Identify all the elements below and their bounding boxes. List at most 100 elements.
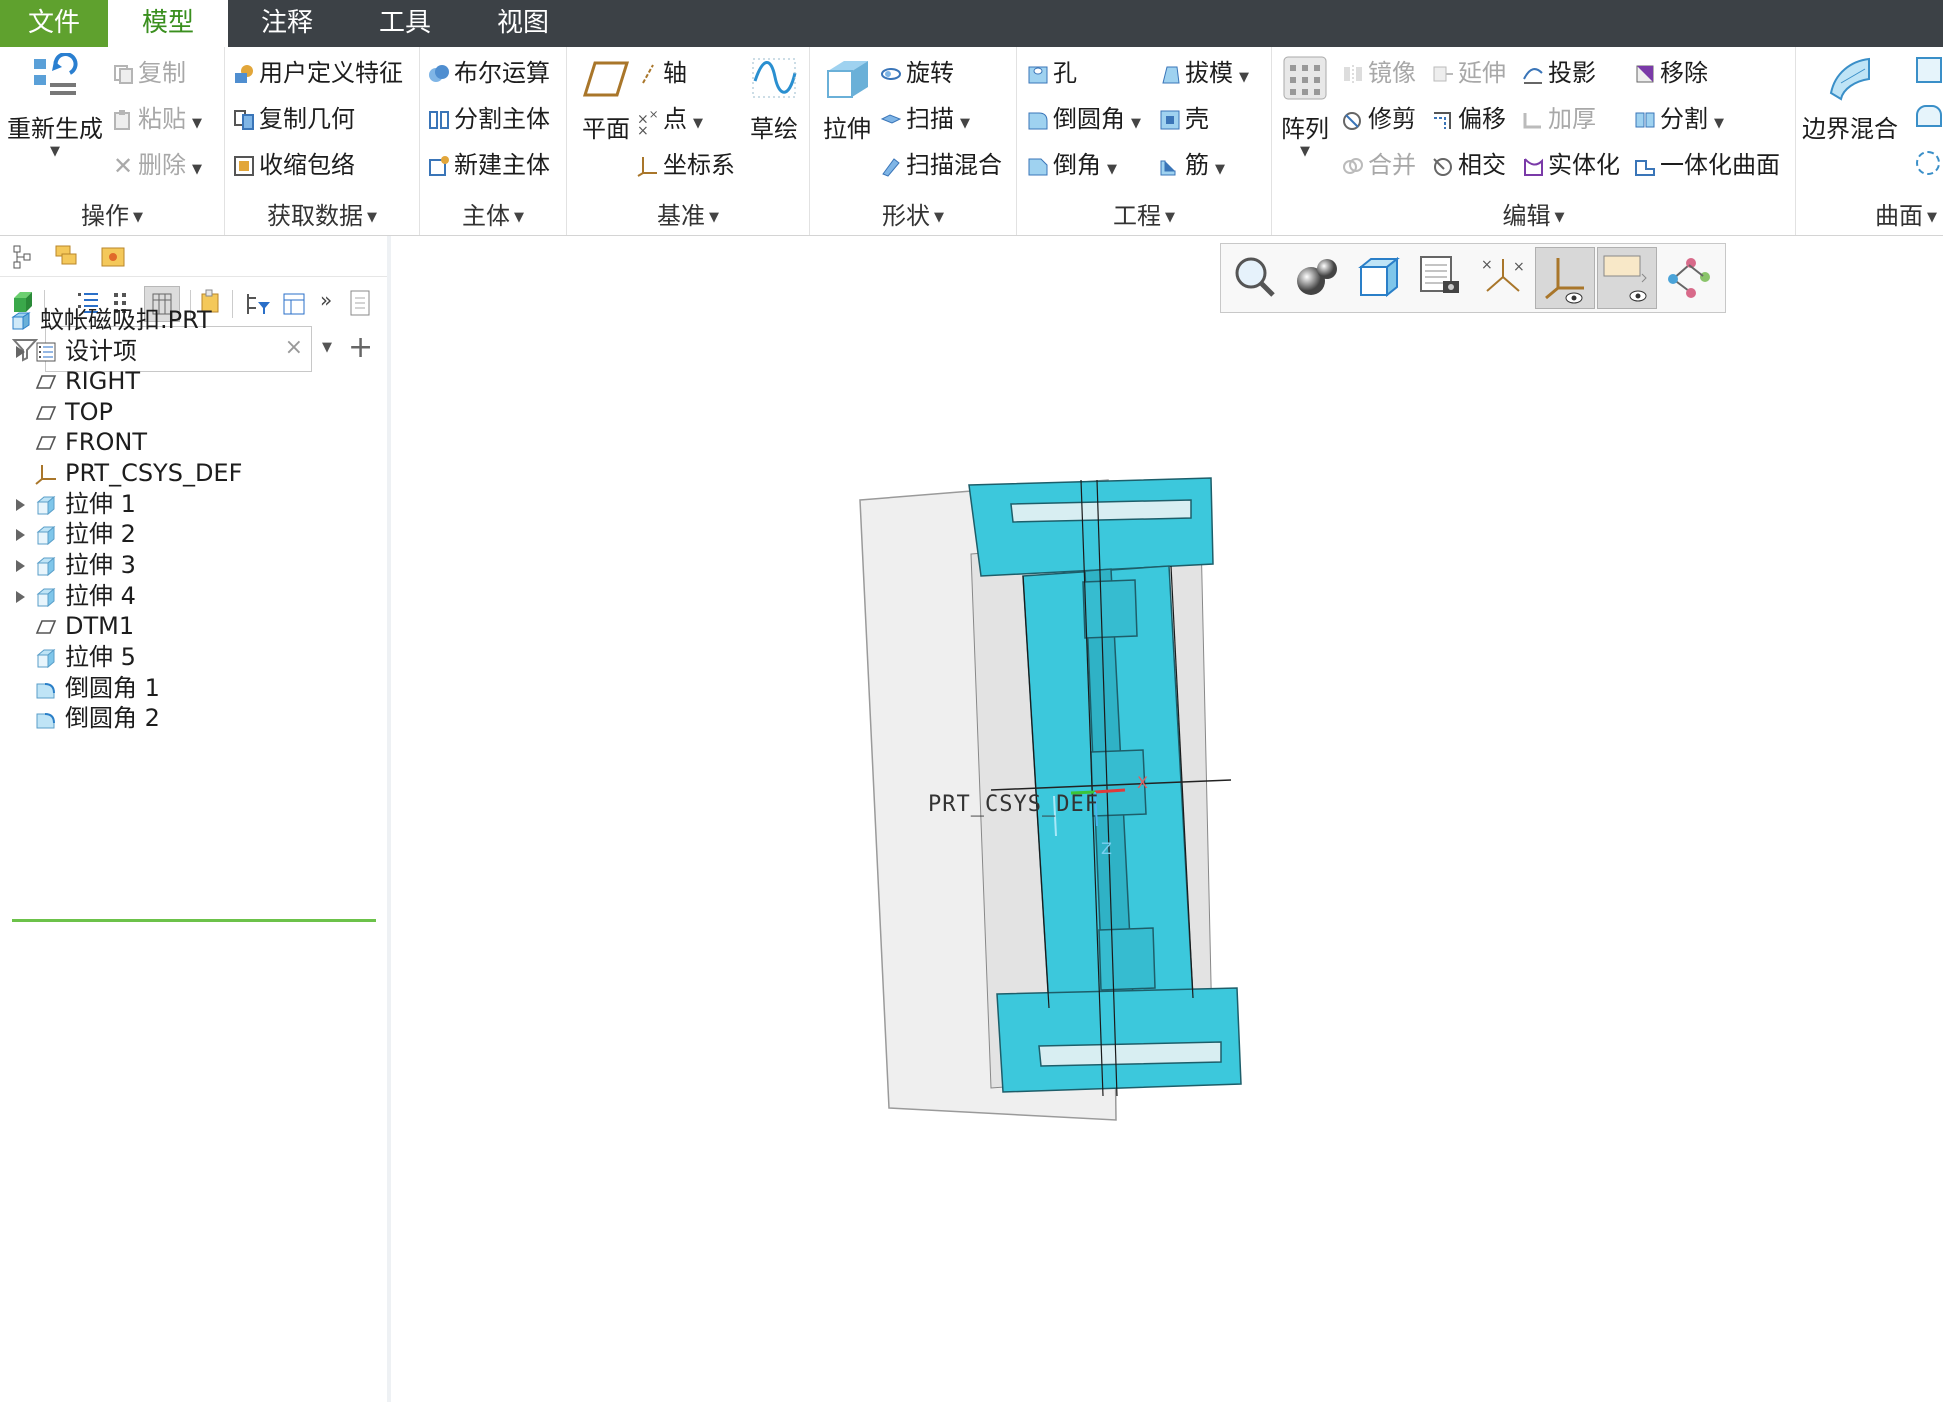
expand-arrow-icon xyxy=(16,468,25,480)
sweep-dropdown-icon[interactable]: ▼ xyxy=(960,116,970,131)
sweep-button[interactable]: 扫描 ▼ xyxy=(880,101,970,137)
sketch-button[interactable]: 草绘 xyxy=(743,53,805,144)
chamfer-dropdown-icon[interactable]: ▼ xyxy=(1107,162,1117,177)
round-button[interactable]: 倒圆角 ▼ xyxy=(1027,101,1141,137)
boundary-blend-button[interactable]: 边界混合 xyxy=(1800,53,1900,144)
project-icon xyxy=(1523,68,1543,84)
delete-button[interactable]: ✕ 删除 ▼ xyxy=(112,147,202,183)
expand-arrow-icon[interactable] xyxy=(16,591,25,603)
pattern-button[interactable]: 阵列 ▼ xyxy=(1274,53,1336,160)
tree-item-label: RIGHT xyxy=(65,367,141,395)
boolean-button[interactable]: 布尔运算 xyxy=(428,55,550,91)
expand-arrow-icon[interactable] xyxy=(16,499,25,511)
rib-dropdown-icon[interactable]: ▼ xyxy=(1215,162,1225,177)
unify-surface-button[interactable]: 一体化曲面 xyxy=(1634,147,1780,183)
extend-button[interactable]: 延伸 xyxy=(1432,55,1506,91)
boolean-icon xyxy=(429,65,449,82)
group-label-get-data[interactable]: 获取数据 ▼ xyxy=(225,196,419,231)
regenerate-icon xyxy=(34,53,78,95)
split-body-label: 分割主体 xyxy=(454,105,550,133)
expand-arrow-icon[interactable] xyxy=(16,560,25,572)
copy-button[interactable]: 复制 xyxy=(112,55,186,91)
split-button[interactable]: 分割 ▼ xyxy=(1634,101,1724,137)
tab-tools[interactable]: 工具 xyxy=(346,0,464,47)
udf-button[interactable]: 用户定义特征 xyxy=(233,55,403,91)
paste-icon xyxy=(114,110,130,130)
revolve-button[interactable]: 旋转 xyxy=(880,55,954,91)
group-datum: 平面 轴 ×× × 点 ▼ 坐标系 草绘 基准 ▼ xyxy=(567,47,810,235)
group-label-shapes[interactable]: 形状 ▼ xyxy=(810,196,1016,231)
trim-button[interactable]: 修剪 xyxy=(1342,101,1416,137)
intersect-button[interactable]: 相交 xyxy=(1432,147,1506,183)
surfaces-label: 曲面 xyxy=(1875,202,1923,230)
merge-button[interactable]: 合并 xyxy=(1342,147,1416,183)
layer-tree-tab-icon[interactable] xyxy=(54,242,80,270)
swept-blend-icon xyxy=(882,158,900,177)
draft-button[interactable]: 拔模 ▼ xyxy=(1159,55,1249,91)
extrude-button[interactable]: 拉伸 xyxy=(814,53,880,144)
graphics-window[interactable]: PRT_CSYS_DEF X Z xyxy=(391,236,1943,1402)
project-button[interactable]: 投影 xyxy=(1522,55,1596,91)
group-label-surfaces[interactable]: 曲面 ▼ xyxy=(1796,196,1943,231)
delete-dropdown-icon[interactable]: ▼ xyxy=(192,162,202,177)
favorites-tab-icon[interactable] xyxy=(100,242,126,270)
shrinkwrap-button[interactable]: 收缩包络 xyxy=(233,147,355,183)
body-label: 主体 xyxy=(462,202,510,230)
fill-surface-icon[interactable] xyxy=(1916,57,1942,83)
draft-dropdown-icon[interactable]: ▼ xyxy=(1239,70,1249,85)
paste-button[interactable]: 粘贴 ▼ xyxy=(112,101,202,137)
group-label-datum[interactable]: 基准 ▼ xyxy=(567,196,809,231)
model-tree-tab-icon[interactable] xyxy=(12,244,34,270)
tab-annotate[interactable]: 注释 xyxy=(228,0,346,47)
search-dropdown-icon[interactable]: ▼ xyxy=(322,340,332,355)
group-engineering: 孔 倒圆角 ▼ 倒角 ▼ 拔模 ▼ 壳 筋 ▼ 工程 ▼ xyxy=(1017,47,1272,235)
tree-filter-icon[interactable] xyxy=(244,290,272,318)
offset-button[interactable]: 偏移 xyxy=(1432,101,1506,137)
regenerate-button[interactable]: 重新生成 ▼ xyxy=(2,53,108,160)
plane-button[interactable]: 平面 xyxy=(573,53,639,144)
expand-arrow-icon xyxy=(16,683,25,695)
insert-indicator[interactable] xyxy=(12,919,376,922)
remove-button[interactable]: 移除 xyxy=(1634,55,1708,91)
thicken-button[interactable]: 加厚 xyxy=(1522,101,1596,137)
expand-arrow-icon[interactable] xyxy=(16,346,25,358)
rib-button[interactable]: 筋 ▼ xyxy=(1159,147,1225,183)
expand-arrow-icon[interactable] xyxy=(16,529,25,541)
mirror-button[interactable]: 镜像 xyxy=(1342,55,1416,91)
sweep-label: 扫描 xyxy=(906,105,954,133)
hole-button[interactable]: 孔 xyxy=(1027,55,1077,91)
shell-button[interactable]: 壳 xyxy=(1159,101,1209,137)
tab-file[interactable]: 文件 xyxy=(0,0,108,47)
model-canvas[interactable]: PRT_CSYS_DEF X Z xyxy=(391,236,1943,1402)
chamfer-button[interactable]: 倒角 ▼ xyxy=(1027,147,1117,183)
tab-view[interactable]: 视图 xyxy=(464,0,582,47)
style-surface-icon[interactable] xyxy=(1916,105,1942,127)
solidify-button[interactable]: 实体化 xyxy=(1522,147,1620,183)
round-icon xyxy=(36,683,55,699)
new-body-button[interactable]: 新建主体 xyxy=(428,147,550,183)
point-dropdown-icon[interactable]: ▼ xyxy=(693,116,703,131)
more-icon[interactable]: » xyxy=(320,288,332,312)
group-label-engineering[interactable]: 工程 ▼ xyxy=(1017,196,1271,231)
axis-button[interactable]: 轴 xyxy=(637,55,687,91)
group-label-operations[interactable]: 操作 ▼ xyxy=(0,196,224,231)
sketch-icon xyxy=(752,58,797,98)
split-body-button[interactable]: 分割主体 xyxy=(428,101,550,137)
notes-icon[interactable] xyxy=(348,288,372,318)
tab-model[interactable]: 模型 xyxy=(108,0,228,47)
swept-blend-button[interactable]: 扫描混合 xyxy=(880,147,1002,183)
group-label-body[interactable]: 主体 ▼ xyxy=(420,196,566,231)
group-label-editing[interactable]: 编辑 ▼ xyxy=(1272,196,1795,231)
clear-search-icon[interactable]: × xyxy=(285,335,303,360)
copy-geometry-button[interactable]: 复制几何 xyxy=(233,101,355,137)
round-dropdown-icon[interactable]: ▼ xyxy=(1131,116,1141,131)
csys-button[interactable]: 坐标系 xyxy=(637,147,735,183)
tree-item[interactable]: 倒圆角 2 xyxy=(16,700,160,736)
rib-icon xyxy=(1160,160,1176,176)
split-dropdown-icon[interactable]: ▼ xyxy=(1714,116,1724,131)
paste-dropdown-icon[interactable]: ▼ xyxy=(192,116,202,131)
freestyle-surface-icon[interactable] xyxy=(1916,151,1940,175)
add-filter-icon[interactable]: + xyxy=(348,330,373,365)
tree-settings-icon[interactable] xyxy=(282,290,308,318)
point-button[interactable]: ×× × 点 ▼ xyxy=(637,101,703,138)
